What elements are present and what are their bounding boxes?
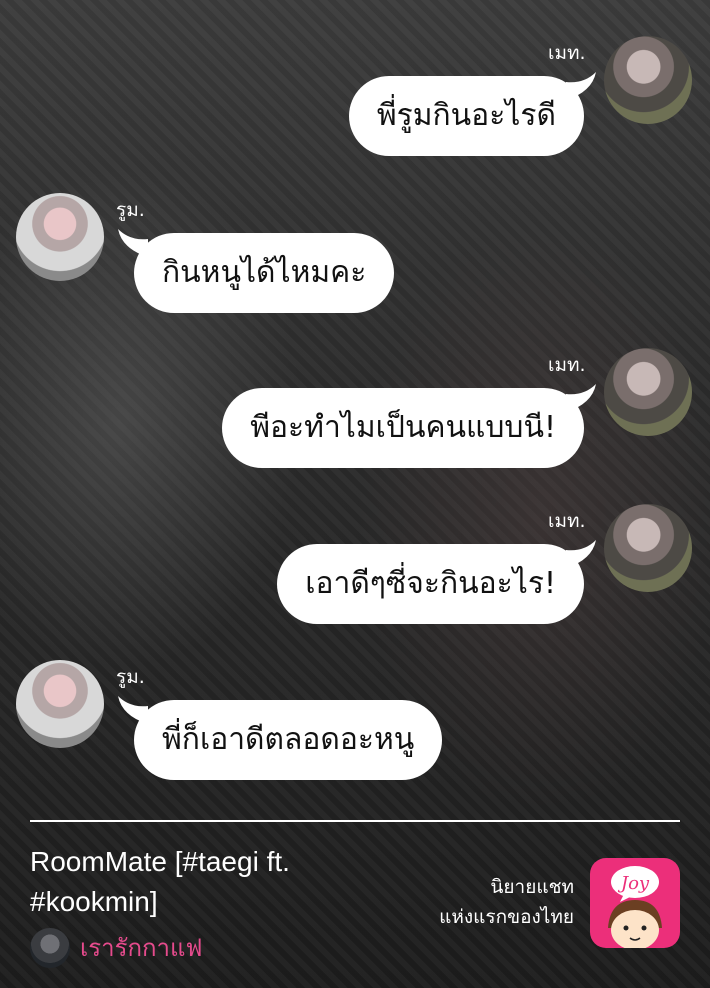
chat-bubble: พีอะทำไมเป็นคนแบบนี! bbox=[222, 388, 584, 468]
promo-tagline: นิยายแชท แห่งแรกของไทย bbox=[439, 872, 574, 932]
bubble-tail bbox=[566, 540, 596, 568]
bubble-tail bbox=[566, 384, 596, 412]
bubble-tail bbox=[566, 72, 596, 100]
author-name[interactable]: เรารักกาแฟ bbox=[80, 931, 202, 965]
bubble-tail bbox=[118, 229, 148, 257]
author-avatar[interactable] bbox=[30, 928, 70, 968]
sender-name: เมท. bbox=[548, 354, 586, 376]
sender-name: เมท. bbox=[548, 42, 586, 64]
chat-bubble: พี่ก็เอาดีตลอดอะหนู bbox=[134, 700, 443, 780]
chat-background bbox=[0, 0, 710, 988]
avatar bbox=[604, 348, 692, 436]
promo-line-1: นิยายแชท bbox=[490, 876, 574, 898]
avatar bbox=[16, 660, 104, 748]
avatar bbox=[16, 193, 104, 281]
sender-name: รูม. bbox=[116, 199, 145, 221]
chat-bubble: กินหนูได้ไหมคะ bbox=[134, 233, 395, 313]
avatar bbox=[604, 504, 692, 592]
joylada-app-icon[interactable]: Joy bbox=[590, 858, 680, 948]
mascot-icon: Joy bbox=[608, 866, 662, 948]
footer-divider bbox=[30, 820, 680, 822]
promo-line-2: แห่งแรกของไทย bbox=[439, 906, 574, 928]
avatar bbox=[604, 36, 692, 124]
chat-bubble: พี่รูมกินอะไรดี bbox=[348, 76, 584, 156]
chat-bubble: เอาดีๆซี่จะกินอะไร! bbox=[277, 544, 584, 624]
sender-name: เมท. bbox=[548, 510, 586, 532]
story-title[interactable]: RoomMate [#taegi ft. #kookmin] bbox=[30, 842, 400, 922]
bubble-tail bbox=[118, 696, 148, 724]
app-icon-text: Joy bbox=[617, 873, 650, 894]
sender-name: รูม. bbox=[116, 666, 145, 688]
